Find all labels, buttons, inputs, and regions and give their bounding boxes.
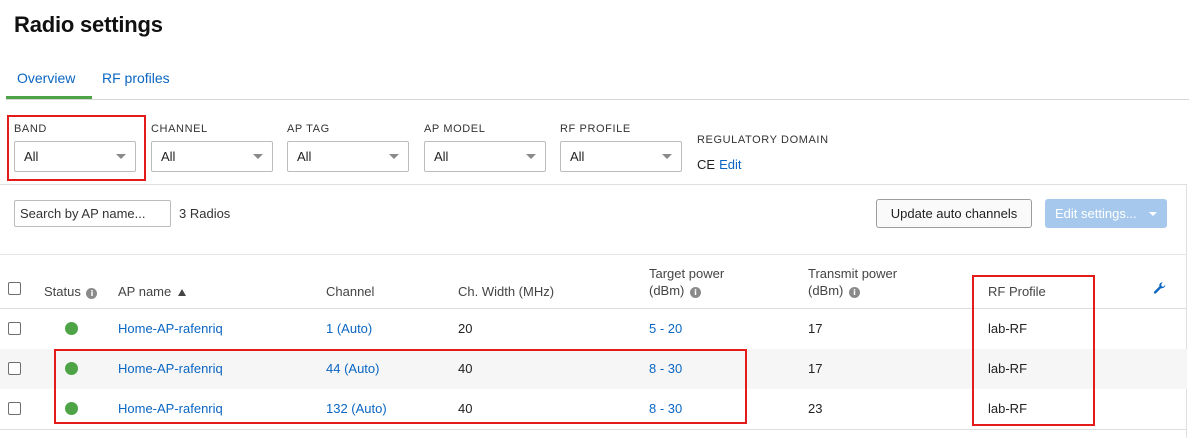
channel-width-value: 40	[458, 361, 473, 376]
channel-link[interactable]: 132 (Auto)	[326, 401, 387, 416]
status-ok-icon	[65, 362, 78, 375]
chevron-down-icon	[389, 154, 399, 159]
edit-settings-button[interactable]: Edit settings...	[1045, 199, 1167, 228]
channel-select[interactable]: All	[151, 141, 273, 172]
edit-settings-label: Edit settings...	[1055, 206, 1137, 221]
column-ap-name-label: AP name	[118, 284, 172, 299]
regulatory-domain-label: REGULATORY DOMAIN	[697, 134, 829, 146]
update-auto-channels-button[interactable]: Update auto channels	[876, 199, 1032, 228]
ap-model-select-value: All	[434, 149, 449, 164]
filter-rf-profile: RF PROFILE All	[560, 122, 682, 172]
table-row[interactable]: Home-AP-rafenriq 44 (Auto) 40 8 - 30 17 …	[0, 349, 1187, 389]
filter-ap-model-label: AP MODEL	[424, 123, 486, 135]
filter-rf-profile-label: RF PROFILE	[560, 123, 631, 135]
chevron-down-icon	[116, 154, 126, 159]
channel-select-value: All	[161, 149, 176, 164]
filter-channel-label: CHANNEL	[151, 123, 208, 135]
column-status[interactable]: Status i	[44, 283, 98, 300]
filter-band-label: BAND	[14, 123, 47, 135]
active-tab-indicator	[6, 96, 92, 99]
ap-name-link[interactable]: Home-AP-rafenriq	[118, 321, 223, 336]
row-checkbox[interactable]	[8, 402, 21, 415]
ap-tag-select-value: All	[297, 149, 312, 164]
rf-profile-select[interactable]: All	[560, 141, 682, 172]
column-ap-name[interactable]: AP name	[118, 283, 186, 300]
rf-profile-value: lab-RF	[988, 321, 1028, 336]
info-icon[interactable]: i	[86, 288, 98, 299]
regulatory-domain: REGULATORY DOMAIN CE Edit	[697, 133, 829, 172]
status-ok-icon	[65, 402, 78, 415]
row-checkbox[interactable]	[8, 362, 21, 375]
ap-tag-select[interactable]: All	[287, 141, 409, 172]
column-target-power-unit: (dBm)	[649, 283, 685, 298]
ap-name-link[interactable]: Home-AP-rafenriq	[118, 361, 223, 376]
channel-width-value: 20	[458, 321, 473, 336]
transmit-power-value: 17	[808, 361, 823, 376]
column-status-label: Status	[44, 284, 81, 299]
transmit-power-value: 17	[808, 321, 823, 336]
channel-width-value: 40	[458, 401, 473, 416]
chevron-down-icon	[253, 154, 263, 159]
tab-rf-profiles[interactable]: RF profiles	[102, 70, 170, 86]
column-transmit-power-line2: (dBm) i	[808, 282, 897, 299]
select-all-checkbox[interactable]	[8, 282, 21, 295]
filter-ap-tag-label: AP TAG	[287, 123, 330, 135]
radios-count: 3 Radios	[179, 206, 231, 221]
table-header: Status i AP name Channel Ch. Width (MHz)…	[0, 254, 1187, 309]
column-transmit-power-line1: Transmit power	[808, 266, 898, 281]
table-row[interactable]: Home-AP-rafenriq 132 (Auto) 40 8 - 30 23…	[0, 389, 1187, 429]
column-rf-profile[interactable]: RF Profile	[988, 283, 1046, 300]
table-divider	[0, 429, 1187, 430]
band-select[interactable]: All	[14, 141, 136, 172]
column-target-power-line1: Target power	[649, 266, 725, 281]
filter-channel: CHANNEL All	[151, 122, 273, 172]
rf-profile-value: lab-RF	[988, 361, 1028, 376]
wrench-icon[interactable]	[1153, 281, 1167, 295]
page-title: Radio settings	[14, 12, 163, 37]
table-row[interactable]: Home-AP-rafenriq 1 (Auto) 20 5 - 20 17 l…	[0, 309, 1187, 349]
channel-link[interactable]: 1 (Auto)	[326, 321, 372, 336]
column-transmit-power[interactable]: Transmit power (dBm) i	[808, 265, 897, 299]
info-icon[interactable]: i	[690, 287, 702, 298]
radios-table: Status i AP name Channel Ch. Width (MHz)…	[0, 254, 1187, 430]
filter-ap-tag: AP TAG All	[287, 122, 409, 172]
filter-ap-model: AP MODEL All	[424, 122, 546, 172]
regulatory-edit-link[interactable]: Edit	[719, 157, 741, 172]
column-target-power[interactable]: Target power (dBm) i	[649, 265, 724, 299]
ap-name-link[interactable]: Home-AP-rafenriq	[118, 401, 223, 416]
ap-model-select[interactable]: All	[424, 141, 546, 172]
band-select-value: All	[24, 149, 39, 164]
rf-profile-value: lab-RF	[988, 401, 1028, 416]
chevron-down-icon	[1149, 212, 1157, 216]
chevron-down-icon	[526, 154, 536, 159]
row-checkbox[interactable]	[8, 322, 21, 335]
tab-overview[interactable]: Overview	[17, 70, 75, 86]
column-channel[interactable]: Channel	[326, 283, 374, 300]
channel-link[interactable]: 44 (Auto)	[326, 361, 379, 376]
transmit-power-value: 23	[808, 401, 823, 416]
regulatory-domain-value: CE Edit	[697, 157, 829, 172]
status-ok-icon	[65, 322, 78, 335]
target-power-link[interactable]: 8 - 30	[649, 401, 682, 416]
target-power-link[interactable]: 8 - 30	[649, 361, 682, 376]
filter-band: BAND All	[14, 122, 136, 172]
target-power-link[interactable]: 5 - 20	[649, 321, 682, 336]
chevron-down-icon	[662, 154, 672, 159]
info-icon[interactable]: i	[849, 287, 861, 298]
search-input[interactable]	[14, 200, 171, 227]
column-target-power-line2: (dBm) i	[649, 282, 724, 299]
column-channel-width[interactable]: Ch. Width (MHz)	[458, 283, 554, 300]
column-transmit-power-unit: (dBm)	[808, 283, 844, 298]
sort-ascending-icon	[177, 289, 186, 296]
tab-bar: Overview RF profiles	[6, 62, 1189, 100]
rf-profile-select-value: All	[570, 149, 585, 164]
regulatory-domain-code: CE	[697, 157, 716, 172]
